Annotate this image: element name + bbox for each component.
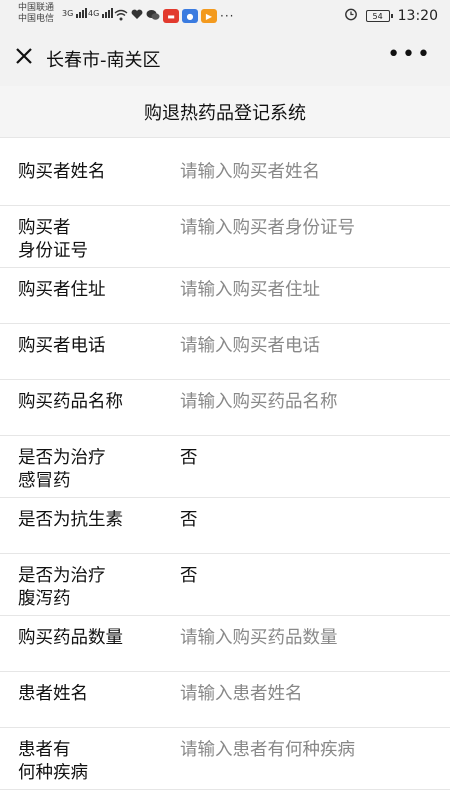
clock-time: 13:20 [397, 8, 438, 24]
label-cold-medicine-line1: 是否为治疗 [18, 448, 106, 468]
more-menu-button[interactable]: ••• [387, 42, 432, 67]
alarm-icon [344, 7, 358, 25]
select-diarrhea-medicine[interactable]: 否 [180, 554, 432, 615]
form-row-drug-quantity: 购买药品数量 请输入购买药品数量 [0, 616, 450, 672]
form-row-drug-name: 购买药品名称 请输入购买药品名称 [0, 380, 450, 436]
carrier-info: 中国联通 中国电信 [18, 3, 54, 25]
select-cold-medicine[interactable]: 否 [180, 436, 432, 497]
more-notifications-icon: ··· [220, 9, 235, 23]
notification-icons: ▬ ● ▶ ··· [114, 7, 234, 25]
label-diarrhea-medicine: 是否为治疗 腹泻药 [18, 554, 180, 615]
net-type-1: 3G [62, 9, 74, 18]
wifi-icon [114, 9, 128, 24]
video-app-icon: ▶ [201, 9, 217, 23]
label-patient-name: 患者姓名 [18, 684, 88, 704]
form-row-diarrhea-medicine: 是否为治疗 腹泻药 否 [0, 554, 450, 616]
battery-icon: 54 [365, 10, 393, 22]
wechat-icon [146, 9, 160, 24]
nav-bar: 长春市-南关区 ••• [0, 32, 450, 86]
label-antibiotic: 是否为抗生素 [18, 510, 123, 530]
select-antibiotic[interactable]: 否 [180, 498, 432, 553]
label-drug-name: 购买药品名称 [18, 392, 123, 412]
label-cold-medicine: 是否为治疗 感冒药 [18, 436, 180, 497]
status-bar: 中国联通 中国电信 3G 4G ▬ ● ▶ ··· 54 13:20 [0, 0, 450, 32]
form-row-antibiotic: 是否为抗生素 否 [0, 498, 450, 554]
label-buyer-name: 购买者姓名 [18, 162, 106, 182]
registration-form: 购买者姓名 请输入购买者姓名 购买者 身份证号 请输入购买者身份证号 购买者住址… [0, 150, 450, 790]
label-buyer-id-line1: 购买者 [18, 218, 71, 238]
heart-icon [131, 9, 143, 23]
status-right: 54 13:20 [344, 6, 438, 26]
form-row-buyer-name: 购买者姓名 请输入购买者姓名 [0, 150, 450, 206]
label-buyer-address: 购买者住址 [18, 280, 106, 300]
input-drug-quantity[interactable]: 请输入购买药品数量 [180, 616, 432, 671]
label-buyer-id: 购买者 身份证号 [18, 206, 180, 267]
form-row-buyer-id: 购买者 身份证号 请输入购买者身份证号 [0, 206, 450, 268]
form-row-patient-name: 患者姓名 请输入患者姓名 [0, 672, 450, 728]
app-person-icon: ● [182, 9, 198, 23]
carrier-1: 中国联通 [18, 3, 55, 13]
input-buyer-id[interactable]: 请输入购买者身份证号 [180, 206, 432, 267]
battery-level: 54 [372, 11, 383, 21]
form-row-buyer-address: 购买者住址 请输入购买者住址 [0, 268, 450, 324]
input-drug-name[interactable]: 请输入购买药品名称 [180, 380, 432, 435]
label-buyer-id-line2: 身份证号 [18, 241, 88, 261]
input-buyer-phone[interactable]: 请输入购买者电话 [180, 324, 432, 379]
input-buyer-name[interactable]: 请输入购买者姓名 [180, 150, 432, 205]
location-title: 长春市-南关区 [46, 50, 161, 71]
label-patient-disease: 患者有 何种疾病 [18, 728, 180, 789]
form-row-patient-disease: 患者有 何种疾病 请输入患者有何种疾病 [0, 728, 450, 790]
signal-2-icon: 4G [88, 8, 114, 18]
label-diarrhea-medicine-line2: 腹泻药 [18, 589, 71, 609]
label-buyer-phone: 购买者电话 [18, 336, 106, 356]
input-buyer-address[interactable]: 请输入购买者住址 [180, 268, 432, 323]
label-patient-disease-line2: 何种疾病 [18, 763, 88, 783]
close-icon [16, 48, 32, 64]
page-title: 购退热药品登记系统 [144, 102, 306, 124]
close-button[interactable] [12, 46, 36, 70]
label-drug-quantity: 购买药品数量 [18, 628, 123, 648]
more-icon: ••• [387, 42, 432, 67]
net-type-2: 4G [88, 9, 100, 18]
input-patient-disease[interactable]: 请输入患者有何种疾病 [180, 728, 432, 789]
carrier-2: 中国电信 [18, 14, 55, 24]
news-app-icon: ▬ [163, 9, 179, 23]
page-header: 购退热药品登记系统 [0, 86, 450, 138]
label-cold-medicine-line2: 感冒药 [18, 471, 71, 491]
form-row-buyer-phone: 购买者电话 请输入购买者电话 [0, 324, 450, 380]
label-patient-disease-line1: 患者有 [18, 740, 71, 760]
signal-1-icon: 3G [62, 8, 88, 18]
input-patient-name[interactable]: 请输入患者姓名 [180, 672, 432, 727]
form-row-cold-medicine: 是否为治疗 感冒药 否 [0, 436, 450, 498]
label-diarrhea-medicine-line1: 是否为治疗 [18, 566, 106, 586]
